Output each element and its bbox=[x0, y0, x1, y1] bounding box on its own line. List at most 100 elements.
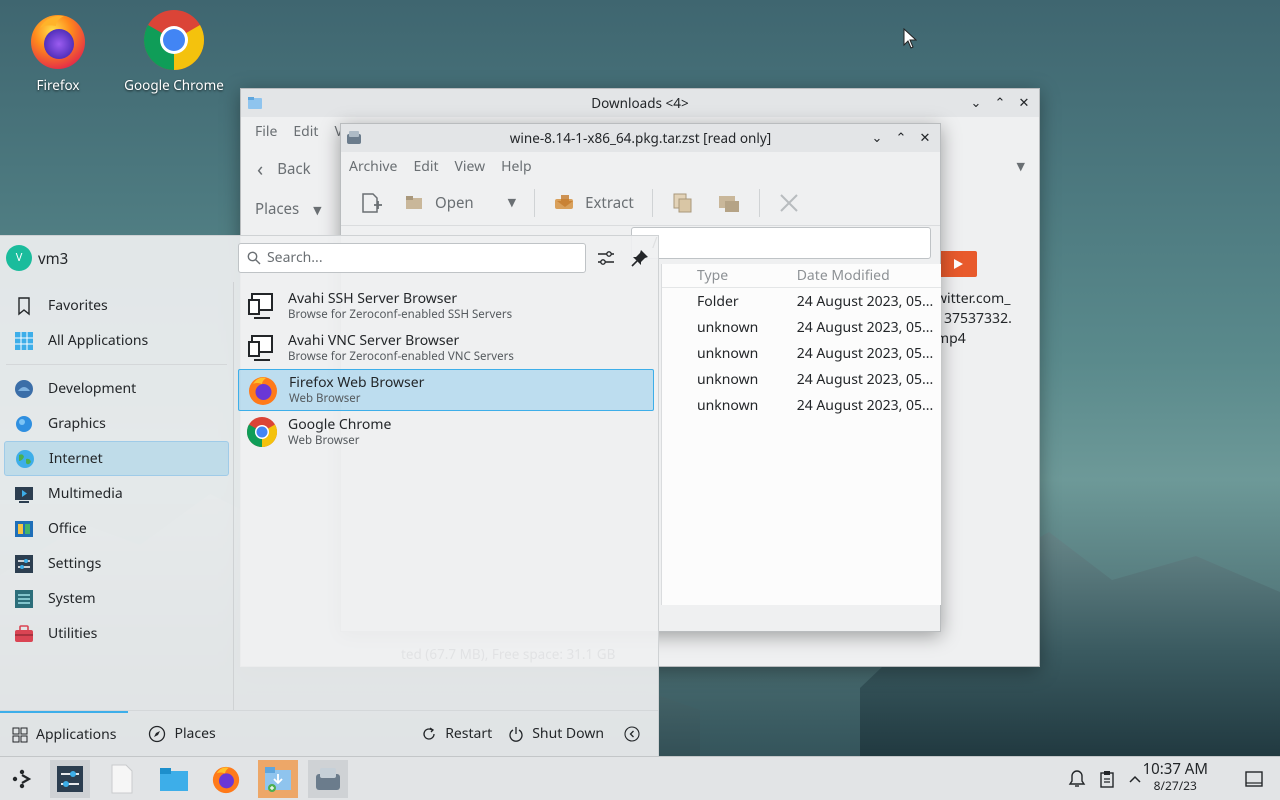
category-all-applications[interactable]: All Applications bbox=[4, 323, 229, 358]
app-firefox[interactable]: Firefox Web Browser Web Browser bbox=[238, 369, 654, 411]
close-button[interactable]: ✕ bbox=[1015, 93, 1033, 111]
tab-applications[interactable]: Applications bbox=[0, 710, 129, 757]
table-row[interactable]: unknown 24 August 2023, 05... bbox=[662, 366, 941, 392]
menu-edit[interactable]: Edit bbox=[285, 122, 326, 141]
category-favorites[interactable]: Favorites bbox=[4, 288, 229, 323]
table-row[interactable]: Folder 24 August 2023, 05... bbox=[662, 288, 941, 314]
pin-icon[interactable] bbox=[630, 248, 650, 268]
desktop-icon-firefox[interactable]: Firefox bbox=[3, 8, 113, 94]
task-ark[interactable] bbox=[308, 760, 348, 798]
category-graphics[interactable]: Graphics bbox=[4, 406, 229, 441]
back-button[interactable]: ‹ Back bbox=[257, 155, 311, 182]
open-button[interactable]: Open ▼ bbox=[397, 189, 524, 217]
places-panel-header[interactable]: Places ▼ bbox=[255, 199, 322, 219]
restart-button[interactable]: Restart bbox=[409, 711, 496, 757]
menu-help[interactable]: Help bbox=[493, 157, 540, 176]
clipboard-icon[interactable] bbox=[1097, 769, 1117, 789]
desktop-icon-chrome[interactable]: Google Chrome bbox=[119, 8, 229, 94]
category-internet[interactable]: Internet bbox=[4, 441, 229, 476]
minimize-button[interactable]: ⌄ bbox=[967, 93, 985, 111]
play-icon bbox=[954, 259, 963, 269]
dolphin-titlebar[interactable]: Downloads <4> ⌄ ⌃ ✕ bbox=[241, 89, 1039, 117]
cell-type: unknown bbox=[697, 317, 759, 337]
toolbar-separator bbox=[534, 188, 536, 217]
category-label: Utilities bbox=[48, 624, 98, 643]
category-multimedia[interactable]: Multimedia bbox=[4, 476, 229, 511]
column-date-header[interactable]: Date Modified bbox=[762, 266, 941, 285]
task-system-settings[interactable] bbox=[50, 760, 90, 798]
ark-titlebar[interactable]: wine-8.14-1-x86_64.pkg.tar.zst [read onl… bbox=[341, 124, 940, 152]
configure-icon[interactable] bbox=[596, 248, 616, 268]
category-office[interactable]: Office bbox=[4, 511, 229, 546]
menu-view[interactable]: View bbox=[447, 157, 494, 176]
notifications-icon[interactable] bbox=[1067, 769, 1087, 789]
firefox-icon bbox=[31, 15, 85, 69]
category-settings[interactable]: Settings bbox=[4, 546, 229, 581]
add-folder-button[interactable] bbox=[709, 187, 749, 219]
application-launcher: V vm3 Search... Favorites All Applicatio… bbox=[0, 235, 659, 756]
cell-type: unknown bbox=[697, 343, 759, 363]
chevron-down-icon: ▼ bbox=[313, 203, 322, 218]
username[interactable]: vm3 bbox=[38, 249, 68, 269]
app-avahi-ssh[interactable]: Avahi SSH Server Browser Browse for Zeroc… bbox=[238, 285, 654, 327]
app-avahi-vnc[interactable]: Avahi VNC Server Browser Browse for Zeroc… bbox=[238, 327, 654, 369]
graphics-icon bbox=[16, 415, 32, 432]
digital-clock[interactable]: 10:37 AM 8/27/23 bbox=[1143, 760, 1208, 793]
task-firefox[interactable] bbox=[206, 760, 246, 798]
menu-edit[interactable]: Edit bbox=[405, 157, 446, 176]
archive-path-field[interactable]: / bbox=[631, 227, 931, 259]
avatar[interactable]: V bbox=[6, 245, 32, 271]
search-input[interactable]: Search... bbox=[238, 243, 586, 273]
chevron-left-icon bbox=[624, 725, 640, 742]
launcher-button[interactable] bbox=[2, 760, 42, 798]
maximize-button[interactable]: ⌃ bbox=[892, 128, 910, 146]
table-row[interactable]: unknown 24 August 2023, 05... bbox=[662, 340, 941, 366]
app-google-chrome[interactable]: Google Chrome Web Browser bbox=[238, 411, 654, 453]
minimize-button[interactable]: ⌄ bbox=[868, 128, 886, 146]
settings-icon bbox=[15, 554, 33, 573]
column-type-header[interactable]: Type bbox=[662, 266, 762, 285]
category-label: Development bbox=[48, 379, 137, 398]
network-computer-icon bbox=[248, 335, 273, 361]
category-system[interactable]: System bbox=[4, 581, 229, 616]
task-downloads-folder[interactable] bbox=[258, 760, 298, 798]
extract-button[interactable]: Extract bbox=[545, 189, 642, 217]
new-archive-button[interactable] bbox=[351, 187, 391, 219]
utilities-icon bbox=[15, 624, 33, 642]
video-thumbnail[interactable] bbox=[939, 251, 977, 277]
task-dolphin[interactable] bbox=[154, 760, 194, 798]
dolphin-menu-chevron-icon[interactable]: ▼ bbox=[1017, 159, 1025, 174]
dolphin-title: Downloads <4> bbox=[591, 94, 689, 112]
desktop-icon-label: Google Chrome bbox=[124, 76, 224, 94]
category-utilities[interactable]: Utilities bbox=[4, 616, 229, 651]
leave-options-button[interactable] bbox=[608, 711, 658, 757]
app-description: Browse for Zeroconf-enabled SSH Servers bbox=[288, 306, 513, 322]
tab-label: Places bbox=[174, 724, 216, 743]
file-item-video[interactable]: witter.com_ 137537332. mp4 bbox=[936, 289, 1028, 349]
add-files-button[interactable] bbox=[663, 187, 703, 219]
category-label: Internet bbox=[49, 449, 103, 468]
show-desktop-icon[interactable] bbox=[1244, 769, 1264, 789]
folder-icon bbox=[160, 768, 188, 791]
compass-icon bbox=[149, 725, 166, 742]
chevron-down-icon[interactable]: ▼ bbox=[508, 195, 516, 210]
shutdown-button[interactable]: Shut Down bbox=[496, 711, 608, 757]
menu-archive[interactable]: Archive bbox=[341, 157, 405, 176]
table-row[interactable]: unknown 24 August 2023, 05... bbox=[662, 314, 941, 340]
search-placeholder: Search... bbox=[267, 248, 323, 267]
desktop-icon-label: Firefox bbox=[36, 76, 80, 94]
menu-file[interactable]: File bbox=[247, 122, 285, 141]
maximize-button[interactable]: ⌃ bbox=[991, 93, 1009, 111]
category-development[interactable]: Development bbox=[4, 371, 229, 406]
bookmark-icon bbox=[18, 296, 30, 315]
task-text-editor[interactable] bbox=[102, 760, 142, 798]
delete-button[interactable] bbox=[770, 188, 808, 218]
grid-icon bbox=[15, 331, 33, 350]
table-row[interactable]: unknown 24 August 2023, 05... bbox=[662, 392, 941, 418]
places-label: Places bbox=[255, 199, 300, 219]
tab-places[interactable]: Places bbox=[136, 711, 227, 757]
cell-date: 24 August 2023, 05... bbox=[796, 395, 934, 415]
file-name-line: 137537332. bbox=[936, 309, 1012, 328]
close-button[interactable]: ✕ bbox=[916, 128, 934, 146]
clock-date: 8/27/23 bbox=[1153, 777, 1197, 794]
